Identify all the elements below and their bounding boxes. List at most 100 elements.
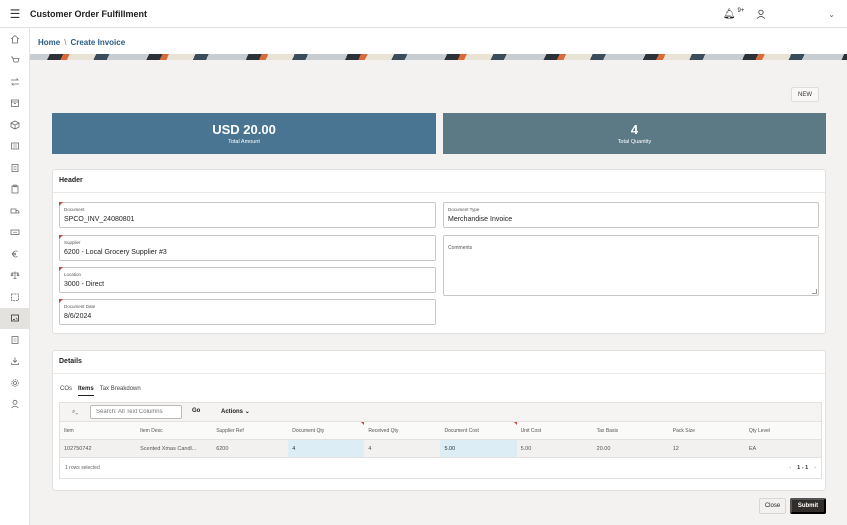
column-header[interactable]: Document Qty (288, 422, 365, 439)
grid-toolbar: ⌕⌄ Go Actions ⌄ (59, 402, 822, 421)
document-date-value: 8/6/2024 (64, 313, 92, 320)
items-grid: Item Item Desc Supplier Ref Document Qty… (59, 421, 822, 479)
breadcrumb-home[interactable]: Home (38, 38, 60, 47)
table-cell[interactable]: 5.00 (517, 440, 593, 457)
nav-cart-icon[interactable] (0, 50, 30, 72)
total-quantity-label: Total Quantity (617, 139, 652, 145)
column-header[interactable]: Received Qty (364, 422, 440, 439)
nav-currency-icon[interactable] (0, 243, 30, 265)
pagination: ‹ 1 - 1 › (789, 465, 816, 471)
tab-cos[interactable]: COs (60, 386, 72, 396)
actions-menu-button[interactable]: Actions ⌄ (221, 408, 250, 415)
table-cell[interactable]: 4 (364, 440, 440, 457)
document-field[interactable]: Document SPCO_INV_24080801 (59, 202, 436, 228)
user-icon[interactable] (756, 9, 766, 19)
nav-settings-icon[interactable] (0, 372, 30, 394)
table-row[interactable]: 102750742 Scented Xmas Candl... 6200 4 4… (60, 440, 821, 458)
nav-document-icon[interactable] (0, 329, 30, 351)
decorative-banner (30, 54, 847, 60)
breadcrumb-current[interactable]: Create Invoice (70, 38, 125, 47)
nav-calendar-icon[interactable] (0, 286, 30, 308)
column-header[interactable]: Unit Cost (517, 422, 593, 439)
nav-truck-icon[interactable] (0, 200, 30, 222)
header-title: Header (59, 177, 83, 184)
supplier-label: Supplier (64, 240, 81, 245)
editable-cell-document-cost[interactable]: 5.00 (440, 440, 517, 457)
breadcrumb: Home \ Create Invoice (38, 38, 125, 47)
next-page-icon[interactable]: › (814, 465, 816, 471)
grid-footer: 1 rows selected ‹ 1 - 1 › (60, 458, 821, 478)
column-header[interactable]: Supplier Ref (212, 422, 288, 439)
chevron-down-icon[interactable]: ⌄ (828, 10, 835, 19)
column-header[interactable]: Tax Basis (593, 422, 669, 439)
nav-archive-icon[interactable] (0, 93, 30, 115)
editable-cell-document-qty[interactable]: 4 (288, 440, 365, 457)
nav-clipboard-icon[interactable] (0, 179, 30, 201)
selection-status: 1 rows selected (65, 465, 100, 471)
supplier-field[interactable]: Supplier 6200 - Local Grocery Supplier #… (59, 235, 436, 261)
total-quantity-tile: 4 Total Quantity (443, 113, 826, 154)
tab-tax-breakdown[interactable]: Tax Breakdown (100, 386, 141, 396)
pagination-range: 1 - 1 (797, 465, 809, 471)
nav-download-icon[interactable] (0, 351, 30, 373)
breadcrumb-separator: \ (64, 38, 67, 47)
document-label: Document (64, 207, 85, 212)
resize-handle-icon[interactable] (812, 289, 817, 294)
total-quantity-value: 4 (630, 122, 639, 137)
supplier-value: 6200 - Local Grocery Supplier #3 (64, 249, 167, 256)
close-button[interactable]: Close (759, 498, 786, 514)
comments-label: Comments (448, 245, 473, 251)
column-header[interactable]: Qty Level (745, 422, 821, 439)
details-tabs: COs Items Tax Breakdown (60, 386, 141, 396)
left-nav-rail (0, 28, 30, 525)
notification-badge: 9+ (737, 8, 745, 14)
table-cell[interactable]: EA (745, 440, 821, 457)
search-input[interactable] (90, 405, 182, 419)
nav-balance-icon[interactable] (0, 265, 30, 287)
total-amount-tile: USD 20.00 Total Amount (52, 113, 436, 154)
column-header[interactable]: Document Cost (440, 422, 517, 439)
nav-home-icon[interactable] (0, 28, 30, 50)
details-divider (53, 373, 825, 374)
table-cell[interactable]: 20.00 (593, 440, 669, 457)
nav-transfer-icon[interactable] (0, 71, 30, 93)
location-field[interactable]: Location 3000 - Direct (59, 267, 436, 293)
document-value: SPCO_INV_24080801 (64, 216, 135, 223)
nav-package-icon[interactable] (0, 114, 30, 136)
total-amount-label: Total Amount (228, 139, 260, 145)
column-header[interactable]: Item Desc (136, 422, 212, 439)
go-button[interactable]: Go (192, 408, 200, 414)
location-label: Location (64, 272, 82, 277)
details-card: Details COs Items Tax Breakdown ⌕⌄ Go Ac… (52, 350, 826, 491)
table-cell[interactable]: 102750742 (60, 440, 136, 457)
nav-list-icon[interactable] (0, 157, 30, 179)
nav-ticket-icon[interactable] (0, 222, 30, 244)
nav-profile-icon[interactable] (0, 394, 30, 416)
document-type-field[interactable]: Document Type Merchandise Invoice (443, 202, 819, 228)
table-cell[interactable]: Scented Xmas Candl... (136, 440, 212, 457)
prev-page-icon[interactable]: ‹ (789, 465, 791, 471)
details-title: Details (59, 358, 82, 365)
nav-invoice-icon[interactable] (0, 307, 30, 329)
document-type-value: Merchandise Invoice (448, 216, 513, 223)
table-cell[interactable]: 6200 (212, 440, 288, 457)
search-column-selector[interactable]: ⌕⌄ (72, 409, 78, 416)
document-date-field[interactable]: Document Date 8/6/2024 (59, 299, 436, 325)
table-cell[interactable]: 12 (669, 440, 745, 457)
header-card: Header Document SPCO_INV_24080801 Suppli… (52, 169, 826, 334)
column-header[interactable]: Pack Size (669, 422, 745, 439)
header-divider (53, 192, 825, 193)
actions-label: Actions (221, 409, 244, 415)
column-header[interactable]: Item (60, 422, 136, 439)
submit-button[interactable]: Submit (790, 498, 826, 514)
bell-icon[interactable]: 🔔︎ (723, 9, 736, 20)
app-title: Customer Order Fulfillment (30, 8, 148, 19)
tab-items[interactable]: Items (78, 386, 94, 396)
document-type-label: Document Type (448, 207, 480, 212)
new-button[interactable]: NEW (791, 87, 819, 102)
top-bar: ☰ Customer Order Fulfillment 🔔︎ 9+ ⌄ (0, 0, 847, 28)
nav-report-icon[interactable] (0, 136, 30, 158)
menu-icon[interactable]: ☰ (0, 0, 30, 28)
document-date-label: Document Date (64, 304, 96, 309)
comments-textarea[interactable]: Comments (443, 235, 819, 296)
